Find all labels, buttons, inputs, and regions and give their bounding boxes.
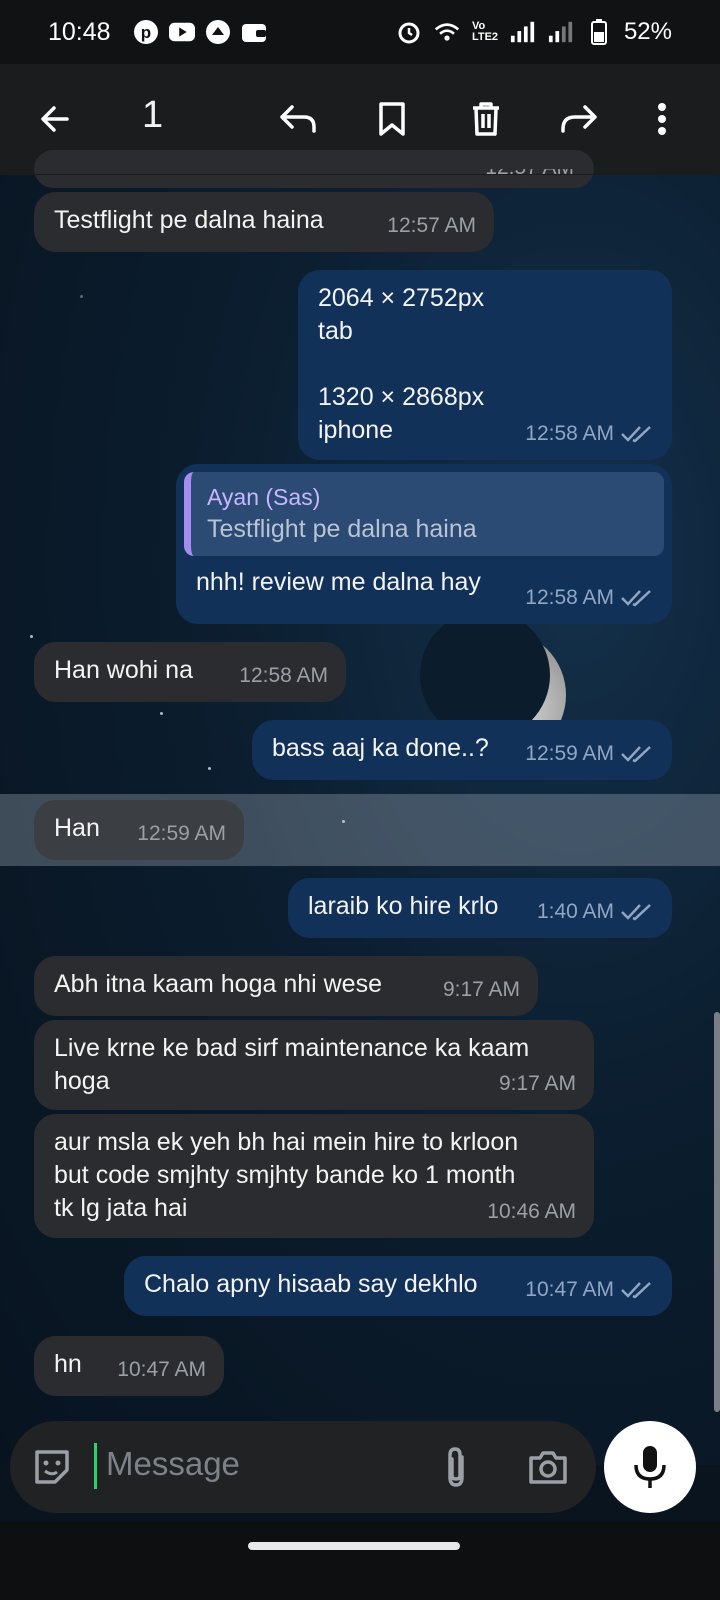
message-time-group: 10:47 AM — [525, 1273, 654, 1306]
message-time: 12:59 AM — [137, 822, 226, 845]
message-text: Chalo apny hisaab say dekhlo — [144, 1270, 478, 1298]
message-line: 2064 × 2752px — [318, 284, 485, 312]
message-text: Abh itna kaam hoga nhi wese — [54, 970, 382, 998]
message-text: laraib ko hire krlo — [308, 892, 499, 920]
network-label: Vo LTE2 — [471, 20, 499, 43]
message-line: but code smjhty smjhty bande ko 1 month — [54, 1161, 516, 1189]
message-bubble-incoming-selected[interactable]: Han 12:59 AM — [34, 800, 244, 860]
message-bubble-incoming[interactable]: aur msla ek yeh bh hai mein hire to krlo… — [34, 1114, 594, 1238]
message-line: Live krne ke bad sirf maintenance ka kaa… — [54, 1034, 530, 1062]
message-text: hn — [54, 1350, 82, 1378]
message-time: 9:17 AM — [498, 1072, 576, 1095]
forward-icon — [561, 105, 597, 133]
message-line: 1320 × 2868px — [318, 383, 485, 411]
quoted-text: Testflight pe dalna haina — [207, 515, 477, 543]
message-line: aur msla ek yeh bh hai mein hire to krlo… — [54, 1128, 519, 1156]
double-check-icon — [621, 589, 651, 607]
message-time: 12:59 AM — [525, 742, 614, 765]
message-text: Han wohi na — [54, 656, 193, 684]
message-time: 12:57 AM — [485, 156, 574, 179]
battery-icon — [586, 19, 612, 45]
message-bubble-incoming[interactable]: Han wohi na 12:58 AM — [34, 642, 346, 702]
youtube-icon — [168, 19, 195, 45]
delete-button[interactable] — [458, 91, 514, 147]
camera-icon — [529, 1451, 567, 1484]
message-time: 12:58 AM — [239, 664, 328, 687]
message-line: tab — [318, 317, 353, 345]
message-time: 12:58 AM — [525, 586, 614, 609]
back-button[interactable] — [27, 91, 83, 147]
message-bubble-incoming[interactable]: Abh itna kaam hoga nhi wese 9:17 AM — [34, 956, 538, 1016]
double-check-icon — [621, 903, 651, 921]
message-line-blank — [318, 348, 652, 381]
quoted-sender: Ayan (Sas) — [207, 484, 321, 510]
message-time-group: 12:59 AM — [525, 737, 654, 770]
message-time: 12:58 AM — [525, 422, 614, 445]
sticker-button[interactable] — [28, 1443, 76, 1491]
camera-button[interactable] — [524, 1443, 572, 1491]
more-options-button[interactable] — [634, 91, 690, 147]
message-bubble-outgoing[interactable]: bass aaj ka done..? 12:59 AM — [252, 720, 672, 780]
sticker-icon — [35, 1450, 69, 1484]
more-vert-icon — [658, 103, 666, 135]
message-bubble-partial[interactable]: 12:57 AM — [34, 150, 594, 188]
pinterest-icon: p — [133, 19, 159, 45]
message-bubble-incoming[interactable]: Live krne ke bad sirf maintenance ka kaa… — [34, 1020, 594, 1110]
status-time: 10:48 — [48, 17, 111, 46]
scrollbar[interactable] — [714, 1012, 720, 1412]
quoted-message[interactable]: Ayan (Sas) Testflight pe dalna haina — [184, 472, 664, 556]
status-bar: 10:48 p Vo LTE2 52% — [0, 0, 720, 64]
message-time-group: 12:58 AM — [525, 417, 654, 450]
message-time-group: 12:58 AM — [525, 581, 654, 614]
message-bubble-outgoing[interactable]: laraib ko hire krlo 1:40 AM — [288, 878, 672, 938]
wallet-icon — [241, 19, 267, 45]
paperclip-icon — [448, 1447, 464, 1487]
double-check-icon — [621, 745, 651, 763]
microphone-icon — [634, 1446, 666, 1488]
signal-icon — [510, 19, 536, 45]
home-gesture-pill[interactable] — [248, 1542, 460, 1550]
message-time: 12:57 AM — [387, 214, 476, 237]
text-cursor — [94, 1443, 97, 1489]
wifi-icon — [434, 19, 460, 45]
system-navigation-bar — [0, 1522, 720, 1600]
app-notification-icon — [205, 19, 231, 45]
message-bubble-incoming[interactable]: Testflight pe dalna haina 12:57 AM — [34, 192, 494, 252]
message-line: hoga — [54, 1067, 110, 1095]
signal-2-icon — [548, 19, 574, 45]
message-time-group: 1:40 AM — [537, 895, 654, 928]
message-bubble-outgoing[interactable]: Chalo apny hisaab say dekhlo 10:47 AM — [124, 1256, 672, 1316]
trash-icon — [473, 102, 499, 136]
message-time: 1:40 AM — [536, 900, 614, 923]
selected-count: 1 — [142, 94, 164, 136]
message-bubble-incoming[interactable]: hn 10:47 AM — [34, 1336, 224, 1396]
message-time: 10:46 AM — [487, 1200, 576, 1223]
forward-button[interactable] — [552, 91, 608, 147]
attach-button[interactable] — [432, 1443, 480, 1491]
message-text: bass aaj ka done..? — [272, 734, 489, 762]
message-text: Han — [54, 814, 100, 842]
reply-icon — [280, 105, 316, 133]
message-input[interactable]: Message — [106, 1445, 240, 1483]
double-check-icon — [621, 1281, 651, 1299]
message-time: 10:47 AM — [117, 1358, 206, 1381]
message-composer[interactable]: Message — [10, 1421, 596, 1513]
message-time: 10:47 AM — [525, 1278, 614, 1301]
message-bubble-outgoing[interactable]: 2064 × 2752px tab 1320 × 2868px iphone 1… — [298, 270, 672, 460]
message-text: Testflight pe dalna haina — [54, 206, 324, 234]
battery-percent: 52% — [623, 18, 672, 45]
double-check-icon — [621, 425, 651, 443]
voice-record-button[interactable] — [604, 1421, 696, 1513]
arrow-left-icon — [41, 106, 69, 132]
reply-button[interactable] — [270, 91, 326, 147]
alarm-icon — [396, 19, 422, 45]
svg-text:p: p — [140, 23, 150, 42]
bookmark-icon — [379, 102, 405, 136]
message-time: 9:17 AM — [442, 978, 520, 1001]
message-bubble-outgoing-reply[interactable]: Ayan (Sas) Testflight pe dalna haina nhh… — [176, 464, 672, 624]
bookmark-button[interactable] — [364, 91, 420, 147]
